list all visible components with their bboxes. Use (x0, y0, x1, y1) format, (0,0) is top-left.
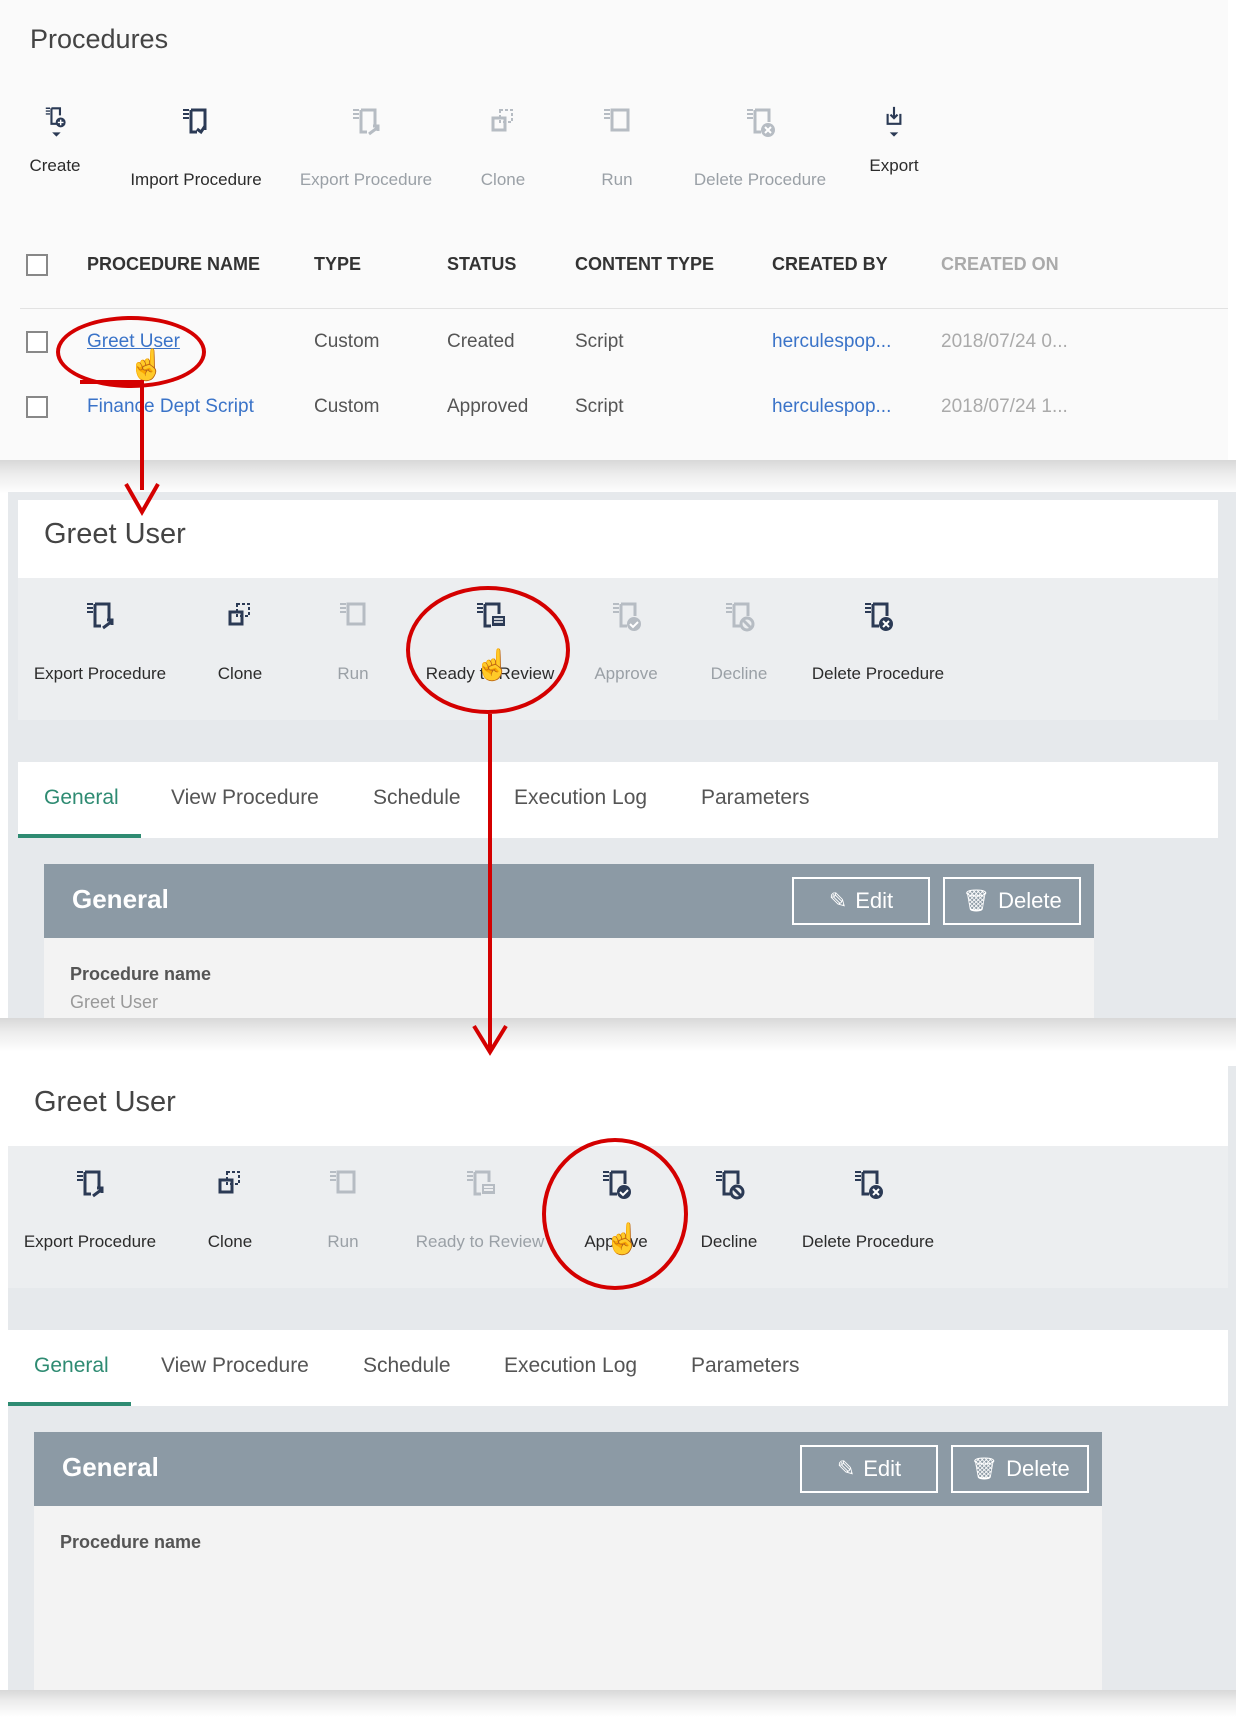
arrow-line (80, 380, 144, 490)
flow-arrows (80, 380, 508, 1056)
